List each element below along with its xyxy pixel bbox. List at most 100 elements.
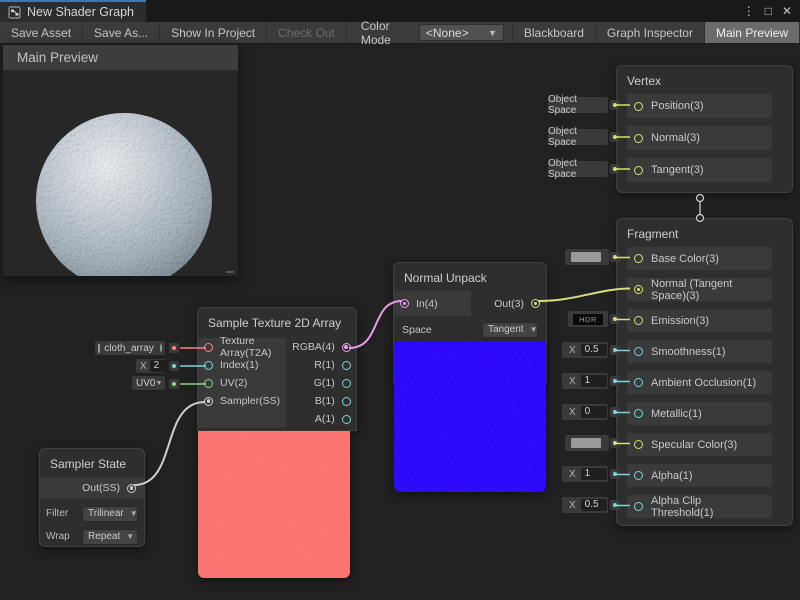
output-b[interactable]: B(1) xyxy=(286,392,357,410)
texture-property-pill[interactable]: cloth_array xyxy=(95,341,165,355)
overflow-menu-icon[interactable]: ⋮ xyxy=(743,4,755,18)
alpha-field[interactable]: X 1 xyxy=(562,466,608,482)
input-uv[interactable]: UV(2) xyxy=(198,374,286,392)
show-in-project-button[interactable]: Show In Project xyxy=(160,22,267,43)
alpha-clip-field[interactable]: X 0.5 xyxy=(562,497,608,513)
normal-unpack-preview xyxy=(394,341,546,492)
fragment-node-title: Fragment xyxy=(617,219,792,247)
output-r[interactable]: R(1) xyxy=(286,356,357,374)
wrap-label: Wrap xyxy=(46,531,70,542)
fragment-row-specular-color[interactable]: Specular Color(3) xyxy=(627,433,772,456)
vertex-row-position[interactable]: Position(3) xyxy=(627,94,772,118)
main-preview-header[interactable]: Main Preview xyxy=(3,45,238,70)
port-metallic[interactable] xyxy=(634,409,643,418)
vertex-row-tangent[interactable]: Tangent(3) xyxy=(627,158,772,182)
normal-unpack-out[interactable]: Out(3) xyxy=(471,298,546,310)
port-position[interactable] xyxy=(634,102,643,111)
node-sample-texture-2d-array[interactable]: Sample Texture 2D Array Texture Array(T2… xyxy=(197,307,357,431)
port-tangent[interactable] xyxy=(634,166,643,175)
port-normal-tangent-space[interactable] xyxy=(634,285,643,294)
stub-alpha-clip xyxy=(610,500,620,510)
color-mode-dropdown[interactable]: <None> ▼ xyxy=(419,24,504,41)
uv-channel-dropdown[interactable]: UV0 ▼ xyxy=(132,376,165,390)
color-swatch[interactable] xyxy=(571,252,601,262)
port-texture-array[interactable] xyxy=(204,343,213,352)
specular-color-swatch[interactable] xyxy=(565,435,609,451)
main-preview-toggle[interactable]: Main Preview xyxy=(705,22,800,43)
blackboard-toggle[interactable]: Blackboard xyxy=(512,22,596,43)
object-picker-icon[interactable] xyxy=(160,344,162,352)
vertex-node-title: Vertex xyxy=(617,66,792,94)
main-preview-viewport xyxy=(3,70,238,276)
port-smoothness[interactable] xyxy=(634,347,643,356)
port-base-color[interactable] xyxy=(634,254,643,263)
port-out[interactable] xyxy=(531,299,540,308)
window-controls: ⋮ □ ✕ xyxy=(743,0,800,22)
node-sampler-state[interactable]: Sampler State Out(SS) Filter Trilinear ▼… xyxy=(39,448,145,547)
port-rgba[interactable] xyxy=(342,343,351,352)
port-ambient-occlusion[interactable] xyxy=(634,378,643,387)
node-fragment[interactable]: Fragment Base Color(3) Normal (Tangent S… xyxy=(616,218,793,526)
preview-sphere xyxy=(3,70,238,276)
port-b[interactable] xyxy=(342,397,351,406)
normal-unpack-in[interactable]: In(4) xyxy=(394,291,471,316)
graph-inspector-toggle[interactable]: Graph Inspector xyxy=(596,22,705,43)
save-as-button[interactable]: Save As... xyxy=(83,22,160,43)
close-icon[interactable]: ✕ xyxy=(782,4,792,18)
main-preview-panel[interactable]: Main Preview xyxy=(3,45,238,276)
space-row: Space Tangent ▼ xyxy=(394,316,546,343)
port-uv[interactable] xyxy=(204,379,213,388)
fragment-row-normal[interactable]: Normal (Tangent Space)(3) xyxy=(627,278,772,301)
base-color-swatch[interactable] xyxy=(565,249,609,265)
vertex-row-normal[interactable]: Normal(3) xyxy=(627,126,772,150)
stub-index xyxy=(169,361,179,371)
filter-dropdown[interactable]: Trilinear ▼ xyxy=(82,506,138,522)
port-emission[interactable] xyxy=(634,316,643,325)
fragment-row-alpha-clip[interactable]: Alpha Clip Threshold(1) xyxy=(627,495,772,518)
fragment-row-base-color[interactable]: Base Color(3) xyxy=(627,247,772,270)
port-normal[interactable] xyxy=(634,134,643,143)
sampler-state-out[interactable]: Out(SS) xyxy=(40,477,144,499)
ambient-occlusion-field[interactable]: X 1 xyxy=(562,373,608,389)
fragment-row-ambient-occlusion[interactable]: Ambient Occlusion(1) xyxy=(627,371,772,394)
port-specular-color[interactable] xyxy=(634,440,643,449)
resize-grip[interactable] xyxy=(226,271,234,273)
port-index[interactable] xyxy=(204,361,213,370)
stub-emission xyxy=(610,314,620,324)
port-out-ss[interactable] xyxy=(127,484,136,493)
hdr-color-swatch[interactable]: HDR xyxy=(573,314,603,325)
output-g[interactable]: G(1) xyxy=(286,374,357,392)
sample-texture-preview xyxy=(198,431,350,578)
port-a[interactable] xyxy=(342,415,351,424)
fragment-row-alpha[interactable]: Alpha(1) xyxy=(627,464,772,487)
port-in[interactable] xyxy=(400,299,409,308)
fragment-row-emission[interactable]: Emission(3) xyxy=(627,309,772,332)
port-alpha-clip-threshold[interactable] xyxy=(634,502,643,511)
output-rgba[interactable]: RGBA(4) xyxy=(286,338,357,356)
stub-texture xyxy=(169,343,179,353)
input-texture-array[interactable]: Texture Array(T2A) xyxy=(198,338,286,356)
tab-new-shader-graph[interactable]: New Shader Graph xyxy=(0,0,146,22)
maximize-icon[interactable]: □ xyxy=(765,4,772,18)
output-a[interactable]: A(1) xyxy=(286,410,357,428)
shader-graph-icon xyxy=(8,6,21,19)
wrap-dropdown[interactable]: Repeat ▼ xyxy=(82,529,138,545)
emission-hdr-swatch[interactable]: HDR xyxy=(568,311,608,327)
save-asset-button[interactable]: Save Asset xyxy=(0,22,83,43)
port-alpha[interactable] xyxy=(634,471,643,480)
space-dropdown[interactable]: Tangent ▼ xyxy=(482,322,538,338)
input-sampler[interactable]: Sampler(SS) xyxy=(198,392,286,410)
chevron-down-icon: ▼ xyxy=(530,325,538,334)
port-g[interactable] xyxy=(342,379,351,388)
fragment-row-smoothness[interactable]: Smoothness(1) xyxy=(627,340,772,363)
color-swatch[interactable] xyxy=(571,438,601,448)
fragment-row-metallic[interactable]: Metallic(1) xyxy=(627,402,772,425)
graph-canvas[interactable]: Main Preview xyxy=(0,44,800,600)
smoothness-field[interactable]: X 0.5 xyxy=(562,342,608,358)
metallic-field[interactable]: X 0 xyxy=(562,404,608,420)
port-r[interactable] xyxy=(342,361,351,370)
index-value-pill[interactable]: X 2 xyxy=(136,359,165,373)
node-vertex[interactable]: Vertex Position(3) Normal(3) Tangent(3) xyxy=(616,65,793,193)
stub-base-color xyxy=(610,252,620,262)
port-sampler[interactable] xyxy=(204,397,213,406)
